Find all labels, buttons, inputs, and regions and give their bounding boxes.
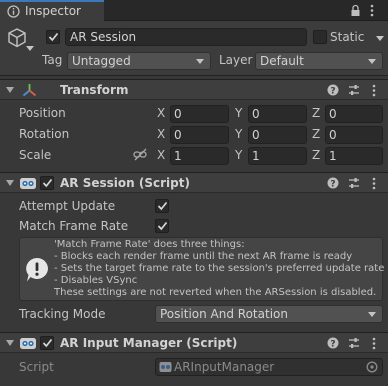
transform-title: Transform: [60, 83, 129, 97]
rotation-y-axis[interactable]: Y: [235, 127, 242, 141]
object-name-input[interactable]: AR Session: [65, 28, 307, 46]
scale-x-axis[interactable]: X: [157, 148, 165, 162]
transform-axes-icon: [22, 83, 37, 98]
help-icon[interactable]: ?: [327, 337, 339, 349]
tag-value: Untagged: [72, 54, 131, 68]
match-frame-rate-checkbox[interactable]: [155, 219, 169, 233]
tab-title: Inspector: [25, 4, 81, 18]
attempt-update-checkbox[interactable]: [155, 199, 169, 213]
scale-z-axis[interactable]: Z: [312, 148, 320, 162]
layer-dropdown-arrow-icon: [368, 59, 376, 64]
tracking-mode-dropdown[interactable]: Position And Rotation: [155, 305, 383, 323]
scale-label: Scale: [19, 148, 52, 162]
tracking-mode-label: Tracking Mode: [19, 307, 106, 321]
layer-dropdown[interactable]: Default: [255, 52, 383, 70]
component-menu-icon[interactable]: [372, 84, 376, 97]
transform-header[interactable]: Transform ?: [0, 79, 388, 100]
position-y-axis[interactable]: Y: [235, 106, 242, 120]
ar-input-manager-enabled-checkbox[interactable]: [40, 336, 54, 350]
tag-dropdown[interactable]: Untagged: [67, 52, 211, 70]
presets-icon[interactable]: [348, 84, 360, 96]
presets-icon[interactable]: [348, 337, 360, 349]
ar-session-enabled-checkbox[interactable]: [40, 176, 54, 190]
component-menu-icon[interactable]: [372, 337, 376, 350]
match-frame-rate-label: Match Frame Rate: [19, 219, 129, 233]
script-label: Script: [19, 360, 54, 374]
rotation-z-field[interactable]: 0: [325, 126, 383, 144]
attempt-update-label: Attempt Update: [19, 199, 116, 213]
position-z-field[interactable]: 0: [325, 105, 383, 123]
position-y-field[interactable]: 0: [248, 105, 307, 123]
position-label: Position: [19, 106, 66, 120]
help-icon[interactable]: ?: [327, 84, 339, 96]
help-text-line: - Sets the target frame rate to the sess…: [54, 263, 385, 274]
tab-bar: Inspector: [0, 0, 388, 21]
layer-value: Default: [260, 54, 304, 68]
tracking-mode-dropdown-arrow-icon: [368, 312, 376, 317]
rotation-label: Rotation: [19, 127, 70, 141]
gameobject-header: AR Session Static Tag Untagged Layer Def…: [0, 21, 388, 76]
layer-label: Layer: [219, 53, 253, 67]
tab-inspector[interactable]: Inspector: [0, 0, 104, 21]
scale-x-field[interactable]: 1: [170, 147, 229, 165]
ar-session-title: AR Session (Script): [60, 176, 190, 190]
object-picker-icon[interactable]: [366, 361, 378, 373]
icon-dropdown-arrow-icon[interactable]: [26, 46, 34, 51]
ar-input-manager-foldout-icon[interactable]: [6, 340, 14, 346]
rotation-x-axis[interactable]: X: [157, 127, 165, 141]
script-icon: [19, 176, 37, 191]
ar-input-manager-header[interactable]: AR Input Manager (Script) ?: [0, 332, 388, 353]
position-z-axis[interactable]: Z: [312, 106, 320, 120]
help-icon[interactable]: ?: [327, 177, 339, 189]
help-text-line: 'Match Frame Rate' does three things:: [54, 239, 245, 250]
tag-dropdown-arrow-icon: [196, 59, 204, 64]
info-icon: [7, 5, 20, 18]
static-checkbox[interactable]: [313, 30, 327, 44]
ar-session-foldout-icon[interactable]: [6, 180, 14, 186]
help-text-line: - Blocks each render frame until the nex…: [54, 251, 353, 262]
svg-text:?: ?: [330, 86, 335, 96]
script-field[interactable]: ARInputManager: [155, 358, 383, 376]
tracking-mode-value: Position And Rotation: [160, 307, 288, 321]
static-label: Static: [330, 30, 365, 44]
ar-input-manager-title: AR Input Manager (Script): [60, 336, 238, 350]
scale-y-axis[interactable]: Y: [235, 148, 242, 162]
script-icon: [19, 336, 37, 351]
tab-menu-icon[interactable]: [370, 4, 374, 17]
scale-z-field[interactable]: 1: [325, 147, 383, 165]
script-file-icon: [159, 361, 172, 373]
active-checkbox[interactable]: [46, 30, 60, 44]
rotation-z-axis[interactable]: Z: [312, 127, 320, 141]
lock-icon[interactable]: [350, 4, 361, 17]
presets-icon[interactable]: [348, 177, 360, 189]
position-x-field[interactable]: 0: [170, 105, 229, 123]
rotation-x-field[interactable]: 0: [170, 126, 229, 144]
gameobject-cube-icon[interactable]: [6, 27, 28, 49]
svg-text:?: ?: [330, 179, 335, 189]
constrain-proportions-link-icon[interactable]: [133, 148, 148, 161]
script-value: ARInputManager: [174, 360, 275, 374]
svg-text:?: ?: [330, 339, 335, 349]
tag-label: Tag: [42, 53, 63, 67]
position-x-axis[interactable]: X: [157, 106, 165, 120]
component-menu-icon[interactable]: [372, 177, 376, 190]
ar-session-header[interactable]: AR Session (Script) ?: [0, 172, 388, 193]
scale-y-field[interactable]: 1: [248, 147, 307, 165]
rotation-y-field[interactable]: 0: [248, 126, 307, 144]
match-frame-rate-help-box: 'Match Frame Rate' does three things: - …: [19, 237, 385, 301]
help-text-line: These settings are not reverted when the…: [54, 287, 377, 298]
help-text-line: - Disables VSync: [54, 275, 138, 286]
info-bubble-icon: [25, 257, 49, 283]
static-dropdown-arrow-icon[interactable]: [376, 36, 384, 41]
transform-foldout-icon[interactable]: [6, 87, 14, 93]
